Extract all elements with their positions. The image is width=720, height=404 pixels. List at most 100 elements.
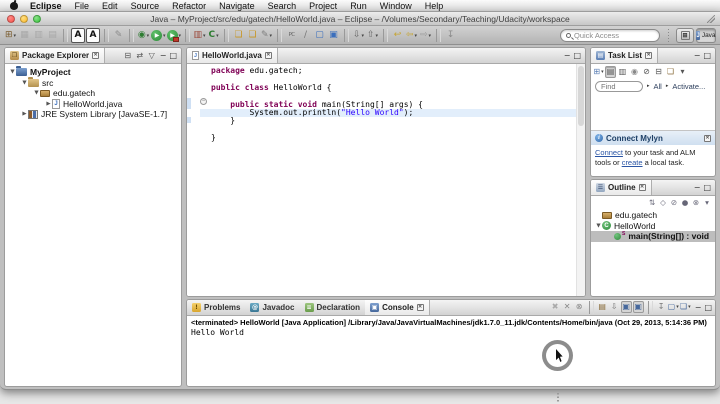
java-perspective-button[interactable]: J Java (696, 28, 716, 43)
menu-item-navigate[interactable]: Navigate (219, 1, 255, 11)
focus-on-workweek-icon[interactable]: ◉ (629, 66, 640, 78)
new-task-icon[interactable]: ⊞ ▾ (593, 66, 604, 78)
collapse-all-icon[interactable]: ⊟ (653, 66, 664, 78)
maximize-view-icon[interactable]: □ (704, 303, 712, 312)
tab-console[interactable]: ▣ Console ✕ (365, 300, 430, 315)
zoom-window-icon[interactable] (33, 15, 41, 23)
disclosure-down-icon[interactable]: ▼ (33, 90, 40, 96)
code-line[interactable]: public class HelloWorld { (187, 83, 576, 92)
menu-item-run[interactable]: Run (350, 1, 367, 11)
minimize-view-icon[interactable]: − (694, 51, 701, 60)
skip-breakpoints-icon[interactable]: ✎ (112, 28, 125, 43)
minimize-view-icon[interactable]: − (694, 183, 701, 192)
all-scope-label[interactable]: All (654, 82, 662, 91)
show-stdout-icon[interactable]: ▣ (620, 301, 632, 313)
hide-local-types-icon[interactable]: ⊗ (691, 198, 701, 209)
tree-item[interactable]: Smain(String[]) : void (591, 231, 715, 242)
filter-completed-icon[interactable]: ⊘ (641, 66, 652, 78)
quick-access-input[interactable] (574, 31, 654, 40)
disclosure-down-icon[interactable]: ▼ (595, 223, 602, 229)
display-console-icon[interactable]: ▢ ▾ (668, 301, 679, 313)
checkout-icon[interactable]: C ▾ (207, 28, 220, 43)
window-titlebar[interactable]: Java – MyProject/src/edu/gatech/HelloWor… (0, 12, 720, 26)
open-console-icon[interactable]: ❏ ▾ (680, 301, 691, 313)
code-line[interactable]: package edu.gatech; (187, 66, 576, 75)
close-icon[interactable]: ✕ (264, 52, 272, 59)
tab-package-explorer[interactable]: ❐ Package Explorer ✕ (5, 48, 106, 63)
console-output[interactable]: Hello World (187, 326, 715, 337)
pin-console-icon[interactable]: ↧ (656, 301, 667, 313)
font-decrease-icon[interactable]: A (71, 28, 85, 43)
tab-outline[interactable]: ☰ Outline ✕ (591, 180, 652, 195)
minimize-view-icon[interactable]: − (695, 303, 702, 312)
mylyn-link[interactable]: create (622, 158, 643, 167)
coverage-icon[interactable]: ▥ ▾ (193, 28, 206, 43)
disclosure-down-icon[interactable]: ▼ (21, 80, 28, 86)
tree-item[interactable]: edu.gatech (591, 210, 715, 221)
hide-fields-icon[interactable]: ◇ (658, 198, 668, 209)
maximize-view-icon[interactable]: □ (169, 51, 177, 60)
code-line[interactable]: } (187, 133, 576, 142)
tab-javadoc[interactable]: @ Javadoc (245, 300, 299, 315)
next-annotation-icon[interactable]: ⇩ ▾ (352, 28, 365, 43)
remove-all-terminated-icon[interactable]: ⊗ (574, 301, 585, 313)
tree-item[interactable]: ▼ edu.gatech (5, 88, 181, 99)
view-menu-icon[interactable]: ▾ (677, 66, 688, 78)
minimize-window-icon[interactable] (20, 15, 28, 23)
close-window-icon[interactable] (7, 15, 15, 23)
print-icon[interactable]: ▤ (46, 28, 59, 43)
save-all-icon[interactable]: ▥ (32, 28, 45, 43)
tree-item[interactable]: ▼ src (5, 76, 181, 89)
quick-access-box[interactable] (560, 29, 660, 42)
editor-scrollbar[interactable] (576, 64, 585, 296)
menu-item-eclipse[interactable]: Eclipse (30, 1, 62, 11)
view-menu-icon[interactable]: ▾ (702, 198, 712, 209)
maximize-view-icon[interactable]: □ (703, 51, 711, 60)
find-box[interactable] (595, 80, 643, 92)
close-icon[interactable]: ✕ (416, 304, 424, 311)
close-icon[interactable]: ✕ (645, 52, 653, 59)
maximize-view-icon[interactable]: □ (573, 51, 581, 60)
forward-icon[interactable]: ⇨ ▾ (419, 28, 432, 43)
external-tools-icon[interactable]: ▶ ▾ (166, 28, 181, 43)
remove-launch-icon[interactable]: ✕ (562, 301, 573, 313)
view-menu-icon[interactable]: ▽ (147, 50, 157, 62)
code-line[interactable]: System.out.println("Hello World"); (187, 108, 576, 118)
menu-item-source[interactable]: Source (131, 1, 160, 11)
terminate-icon[interactable]: ✖ (550, 301, 561, 313)
debug-icon[interactable]: ◉ ▾ (137, 28, 150, 43)
link-with-editor-icon[interactable]: ⇄ (135, 50, 145, 62)
maximize-view-icon[interactable]: □ (703, 183, 711, 192)
sort-icon[interactable]: ⇅ (647, 198, 657, 209)
tab-task-list[interactable]: ▤ Task List ✕ (591, 48, 659, 63)
menu-item-window[interactable]: Window (380, 1, 412, 11)
code-line[interactable]: } (187, 117, 576, 125)
minimize-view-icon[interactable]: − (564, 51, 571, 60)
close-icon[interactable]: ✕ (92, 52, 100, 59)
menu-item-refactor[interactable]: Refactor (172, 1, 206, 11)
collapse-all-icon[interactable]: ⊟ (123, 50, 133, 62)
mylyn-link[interactable]: Connect (595, 148, 623, 157)
tab-declaration[interactable]: ≡ Declaration (300, 300, 366, 315)
disclosure-right-icon[interactable]: ▶ (21, 111, 28, 117)
disclosure-down-icon[interactable]: ▼ (9, 69, 16, 75)
apple-icon[interactable] (10, 1, 18, 10)
font-increase-icon[interactable]: A (86, 28, 100, 43)
find-input[interactable] (601, 81, 637, 91)
show-stderr-icon[interactable]: ▣ (632, 301, 644, 313)
tree-item[interactable]: ▼ C HelloWorld (591, 221, 715, 232)
titlebar-resize-icon[interactable] (707, 15, 715, 23)
categorized-presentation-icon[interactable]: ▤ (605, 65, 616, 78)
close-icon[interactable]: ✕ (704, 134, 711, 142)
open-task-icon[interactable]: ▣ (327, 28, 340, 43)
tree-item[interactable]: ▶ JRE System Library [JavaSE-1.7] (5, 109, 181, 120)
tree-item[interactable]: ▼ MyProject (5, 66, 181, 78)
hide-non-public-members-icon[interactable]: ● (680, 198, 690, 209)
mark-occurrences-icon[interactable]: ∕ (299, 28, 312, 43)
tab-problems[interactable]: ! Problems (187, 300, 245, 315)
task-repositories-icon[interactable]: ❏ (665, 66, 676, 78)
menu-item-project[interactable]: Project (309, 1, 337, 11)
open-folder-icon[interactable]: ❏ (232, 28, 245, 43)
code-line[interactable] (187, 126, 576, 134)
activate-label[interactable]: Activate... (672, 82, 705, 91)
